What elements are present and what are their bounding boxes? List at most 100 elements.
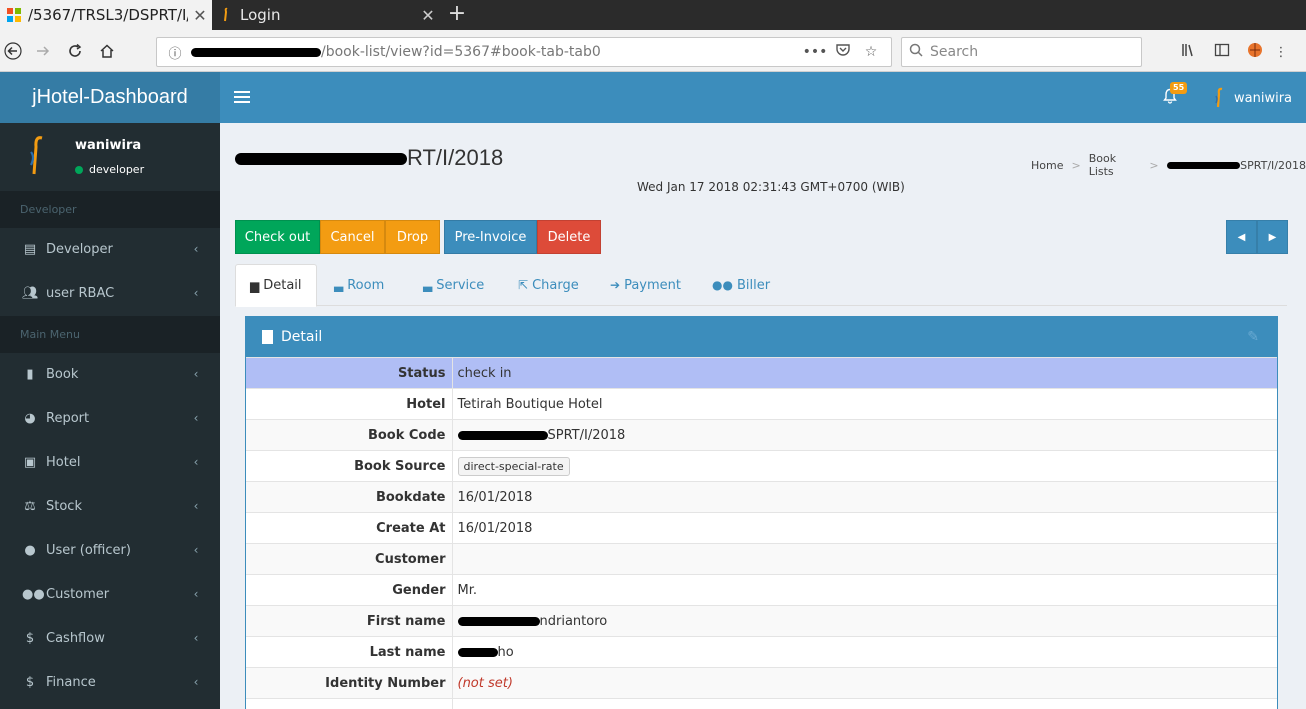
overflow-menu-icon[interactable]: ⋮ (1271, 45, 1291, 60)
row-label: Last name (246, 636, 453, 668)
url-text[interactable]: /book-list/view?id=5367#book-tab-tab0 (191, 44, 801, 60)
sidebar-toggle-icon[interactable] (1205, 42, 1238, 62)
user-panel: waniwira developer (0, 123, 220, 190)
sidebar-item-report[interactable]: ◕ Report ‹ (0, 396, 220, 440)
table-row-identity-number: Identity Number (not set) (246, 667, 1277, 699)
sidebar-item-cashflow[interactable]: $ Cashflow ‹ (0, 616, 220, 660)
tab-biller[interactable]: ●● Biller (712, 264, 770, 306)
drop-button[interactable]: Drop (385, 220, 440, 254)
previous-record-button[interactable]: ◀ (1226, 220, 1257, 254)
sidebar-item-label: Customer (46, 586, 110, 602)
table-row-first-name: First name ndriantoro (246, 605, 1277, 637)
sidebar-item-label: Hotel (46, 454, 81, 470)
row-label: Book Code (246, 419, 453, 451)
users-icon: ●● (712, 278, 733, 292)
tab-service[interactable]: ▃ Service (423, 264, 484, 306)
brand-text: jHotel-Dashboard (32, 86, 188, 108)
url-path: /book-list/view?id=5367#book-tab-tab0 (321, 44, 601, 60)
search-icon (902, 43, 930, 61)
browser-search-input[interactable]: Search (901, 37, 1142, 67)
online-status-icon (75, 165, 83, 174)
detail-panel: Detail ✎ Status check in Hotel Tetirah B… (245, 316, 1278, 709)
redacted-domain (191, 47, 321, 57)
delete-button[interactable]: Delete (537, 220, 601, 254)
sidebar-item-user-officer[interactable]: ● User (officer) ‹ (0, 528, 220, 572)
sidebar-item-stock[interactable]: ⚖ Stock ‹ (0, 484, 220, 528)
sidebar-item-customer[interactable]: ●● Customer ‹ (0, 572, 220, 616)
cancel-button[interactable]: Cancel (320, 220, 385, 254)
browser-tab-active[interactable]: /5367/TRSL3/DSPRT/I/20 ✕ (0, 0, 212, 30)
hotel-icon: ▣ (23, 454, 37, 470)
table-row-hotel: Hotel Tetirah Boutique Hotel (246, 388, 1277, 420)
tab-detail[interactable]: ▆ Detail (235, 264, 317, 307)
panel-title: Detail (281, 329, 323, 345)
row-value (452, 698, 1277, 709)
sidebar-item-developer[interactable]: ▤ Developer ‹ (0, 227, 220, 271)
row-label: First name (246, 605, 453, 637)
balance-scale-icon: ⚖ (24, 498, 36, 514)
breadcrumb-book-lists[interactable]: Book Lists (1089, 152, 1142, 178)
table-row-status: Status check in (246, 357, 1277, 389)
chevron-left-icon: ‹ (193, 367, 199, 381)
windows-favicon-icon (7, 8, 21, 22)
user-menu[interactable]: waniwira (1212, 87, 1292, 109)
library-icon[interactable] (1172, 42, 1205, 62)
brand-logo[interactable]: jHotel-Dashboard (0, 72, 220, 123)
sidebar-toggle-button[interactable] (234, 88, 250, 108)
bookmark-star-icon[interactable]: ☆ (857, 44, 885, 60)
sidebar-item-user-rbac[interactable]: 👥︎ user RBAC ‹ (0, 271, 220, 315)
table-row-gender: Gender Mr. (246, 574, 1277, 606)
chevron-left-icon: ‹ (193, 499, 199, 513)
row-value: ndriantoro (452, 605, 1277, 637)
sidebar-item-label: Report (46, 410, 90, 426)
pie-chart-icon: ◕ (24, 410, 36, 426)
top-navbar: 55 waniwira (220, 72, 1306, 123)
book-tabs: ▆ Detail ▃ Room ▃ Service ⇱ Charge ➔ Payment … (235, 264, 1287, 307)
chevron-left-icon: ‹ (193, 455, 199, 469)
forward-icon[interactable] (30, 38, 56, 64)
tab-payment[interactable]: ➔ Payment (610, 264, 681, 306)
browser-tab-strip: /5367/TRSL3/DSPRT/I/20 ✕ Login ✕ + (0, 0, 1306, 30)
close-tab-icon[interactable]: ✕ (416, 6, 440, 25)
table-row-customer: Customer (246, 543, 1277, 575)
breadcrumb-separator: > (1149, 158, 1159, 172)
sign-in-icon: ➔ (610, 278, 621, 292)
next-record-button[interactable]: ▶ (1257, 220, 1288, 254)
bed-icon: ▃ (423, 278, 433, 292)
reload-icon[interactable] (62, 38, 88, 64)
tab-room[interactable]: ▃ Room (334, 264, 384, 306)
row-label (246, 698, 453, 709)
row-value: (not set) (452, 667, 1277, 699)
pre-invoice-button[interactable]: Pre-Invoice (444, 220, 537, 254)
sidebar-item-finance[interactable]: $ Finance ‹ (0, 660, 220, 704)
new-tab-button[interactable]: + (444, 0, 470, 30)
user-role: developer (89, 163, 145, 176)
pocket-icon[interactable] (829, 43, 857, 61)
sidebar-item-book[interactable]: ▮ Book ‹ (0, 352, 220, 396)
tab-label: Service (436, 277, 485, 293)
close-tab-icon[interactable]: ✕ (188, 6, 212, 25)
address-bar[interactable]: ⓘ /book-list/view?id=5367#book-tab-tab0 … (156, 37, 892, 67)
back-icon[interactable] (0, 38, 26, 64)
row-label: Hotel (246, 388, 453, 420)
checkout-button[interactable]: Check out (235, 220, 320, 254)
site-info-icon[interactable]: ⓘ (165, 43, 185, 62)
tab-charge[interactable]: ⇱ Charge (518, 264, 579, 306)
page-actions-icon[interactable]: ••• (801, 44, 829, 60)
browser-tab-inactive[interactable]: Login ✕ (212, 0, 440, 30)
home-icon[interactable] (94, 38, 120, 64)
extension-icon[interactable] (1238, 42, 1271, 62)
sidebar-item-hotel[interactable]: ▣ Hotel ‹ (0, 440, 220, 484)
external-link-icon: ⇱ (518, 278, 529, 292)
caret-left-icon: ◀ (1237, 231, 1246, 243)
customers-icon: ●● (22, 586, 45, 602)
pencil-icon[interactable]: ✎ (1247, 329, 1259, 345)
tab-label: Biller (736, 277, 771, 293)
row-label: Status (246, 357, 453, 389)
table-row-book-source: Book Source direct-special-rate (246, 450, 1277, 482)
redacted-title (235, 153, 407, 166)
chevron-left-icon: ‹ (193, 675, 199, 689)
user-avatar-logo-icon (30, 136, 43, 175)
row-value: check in (452, 357, 1277, 389)
breadcrumb-home[interactable]: Home (1031, 159, 1063, 172)
